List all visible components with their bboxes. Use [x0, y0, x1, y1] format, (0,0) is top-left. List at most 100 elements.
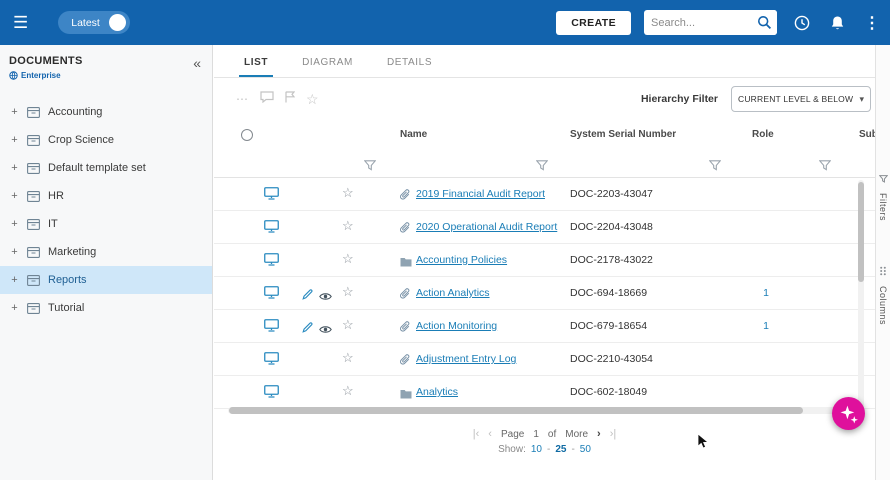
filter-funnel-icon: [878, 170, 888, 188]
favorite-star-icon[interactable]: ☆: [342, 384, 354, 397]
page-size-25[interactable]: 25: [555, 444, 566, 455]
overflow-menu-icon[interactable]: ⋮: [862, 13, 882, 33]
column-header-role[interactable]: Role: [752, 129, 774, 140]
prev-page-icon[interactable]: ‹: [488, 429, 492, 440]
expand-icon[interactable]: +: [10, 218, 19, 230]
history-icon[interactable]: [792, 13, 812, 33]
favorite-star-icon[interactable]: ☆: [342, 351, 354, 364]
table-row[interactable]: ☆ Analytics DOC-602-18049: [214, 376, 875, 409]
preview-monitor-icon[interactable]: [264, 253, 279, 271]
page-size-10[interactable]: 10: [531, 444, 542, 455]
horizontal-scrollbar[interactable]: [228, 407, 859, 414]
main-content: LIST DIAGRAM DETAILS ⋯ ☆ Hierarchy Filte…: [214, 45, 878, 480]
table-row[interactable]: ☆ Action Monitoring DOC-679-18654 1: [214, 310, 875, 343]
table-row[interactable]: ☆ 2019 Financial Audit Report DOC-2203-4…: [214, 178, 875, 211]
document-link[interactable]: 2019 Financial Audit Report: [416, 188, 545, 200]
table-row[interactable]: ☆ Adjustment Entry Log DOC-2210-43054: [214, 343, 875, 376]
preview-monitor-icon[interactable]: [264, 352, 279, 370]
sidebar-item-default-template-set[interactable]: + Default template set: [0, 154, 212, 182]
first-page-icon[interactable]: |‹: [473, 429, 480, 440]
document-link[interactable]: Analytics: [416, 386, 458, 398]
folder-icon: [400, 254, 412, 272]
column-header-serial[interactable]: System Serial Number: [570, 129, 676, 140]
favorites-icon[interactable]: ☆: [306, 91, 319, 108]
preview-monitor-icon[interactable]: [264, 187, 279, 205]
expand-icon[interactable]: +: [10, 162, 19, 174]
columns-panel-toggle[interactable]: Columns: [876, 263, 890, 325]
comment-icon[interactable]: [260, 90, 274, 108]
sidebar-item-label: Marketing: [48, 246, 97, 258]
notifications-bell-icon[interactable]: [827, 13, 847, 33]
preview-monitor-icon[interactable]: [264, 319, 279, 337]
sparkle-icon: [840, 405, 858, 423]
assistant-fab-button[interactable]: [832, 397, 865, 430]
expand-icon[interactable]: +: [10, 190, 19, 202]
hamburger-menu-icon[interactable]: ☰: [13, 14, 28, 31]
role-count[interactable]: 1: [747, 287, 769, 299]
filters-panel-toggle[interactable]: Filters: [876, 170, 890, 221]
expand-icon[interactable]: +: [10, 246, 19, 258]
sidebar-item-crop-science[interactable]: + Crop Science: [0, 126, 212, 154]
expand-icon[interactable]: +: [10, 274, 19, 286]
select-all-circle[interactable]: [241, 129, 253, 141]
sidebar-item-reports[interactable]: + Reports: [0, 266, 212, 294]
favorite-star-icon[interactable]: ☆: [342, 186, 354, 199]
page-size-50[interactable]: 50: [580, 444, 591, 455]
document-link[interactable]: Action Analytics: [416, 287, 490, 299]
favorite-star-icon[interactable]: ☆: [342, 252, 354, 265]
filter-funnel-icon[interactable]: [708, 158, 722, 176]
expand-icon[interactable]: +: [10, 134, 19, 146]
search-icon[interactable]: [752, 10, 777, 35]
filter-funnel-icon[interactable]: [818, 158, 832, 176]
role-count[interactable]: 1: [747, 320, 769, 332]
view-eye-icon[interactable]: [319, 321, 332, 339]
tab-details[interactable]: DETAILS: [387, 57, 432, 77]
sidebar-item-tutorial[interactable]: + Tutorial: [0, 294, 212, 322]
column-header-name[interactable]: Name: [400, 129, 427, 140]
document-link[interactable]: Accounting Policies: [416, 254, 507, 266]
create-button[interactable]: CREATE: [556, 10, 631, 35]
last-page-icon[interactable]: ›|: [610, 429, 617, 440]
view-eye-icon[interactable]: [319, 288, 332, 306]
tab-diagram[interactable]: DIAGRAM: [302, 57, 353, 77]
preview-monitor-icon[interactable]: [264, 220, 279, 238]
flag-icon[interactable]: [285, 90, 296, 108]
more-actions-icon[interactable]: ⋯: [236, 92, 249, 106]
search-input[interactable]: [644, 16, 752, 29]
filter-funnel-icon[interactable]: [535, 158, 549, 176]
vertical-scrollbar[interactable]: [858, 180, 864, 410]
vertical-scrollbar-thumb[interactable]: [858, 182, 864, 282]
preview-monitor-icon[interactable]: [264, 286, 279, 304]
table-row[interactable]: ☆ 2020 Operational Audit Report DOC-2204…: [214, 211, 875, 244]
filters-label: Filters: [878, 193, 888, 221]
next-page-icon[interactable]: ›: [597, 429, 601, 440]
attachment-icon: [400, 221, 411, 239]
hierarchy-filter-select[interactable]: CURRENT LEVEL & BELOW ▾: [731, 86, 871, 112]
document-link[interactable]: Adjustment Entry Log: [416, 353, 516, 365]
document-link[interactable]: Action Monitoring: [416, 320, 497, 332]
tab-list[interactable]: LIST: [238, 57, 274, 77]
filter-funnel-icon[interactable]: [363, 158, 377, 176]
edit-pencil-icon[interactable]: [302, 320, 313, 338]
expand-icon[interactable]: +: [10, 302, 19, 314]
favorite-star-icon[interactable]: ☆: [342, 285, 354, 298]
expand-icon[interactable]: +: [10, 106, 19, 118]
drawer-icon: [27, 162, 40, 174]
preview-monitor-icon[interactable]: [264, 385, 279, 403]
horizontal-scrollbar-thumb[interactable]: [229, 407, 804, 414]
toggle-knob[interactable]: [108, 14, 126, 31]
favorite-star-icon[interactable]: ☆: [342, 219, 354, 232]
edit-pencil-icon[interactable]: [302, 287, 313, 305]
latest-toggle[interactable]: Latest: [58, 11, 130, 34]
sidebar-item-it[interactable]: + IT: [0, 210, 212, 238]
table-row[interactable]: ☆ Action Analytics DOC-694-18669 1: [214, 277, 875, 310]
top-bar: ☰ Latest CREATE ⋮: [0, 0, 890, 45]
sidebar-item-accounting[interactable]: + Accounting: [0, 98, 212, 126]
collapse-sidebar-icon[interactable]: «: [193, 56, 201, 70]
table-row[interactable]: ☆ Accounting Policies DOC-2178-43022: [214, 244, 875, 277]
search-box[interactable]: [644, 10, 777, 35]
sidebar-item-marketing[interactable]: + Marketing: [0, 238, 212, 266]
document-link[interactable]: 2020 Operational Audit Report: [416, 221, 557, 233]
favorite-star-icon[interactable]: ☆: [342, 318, 354, 331]
sidebar-item-hr[interactable]: + HR: [0, 182, 212, 210]
